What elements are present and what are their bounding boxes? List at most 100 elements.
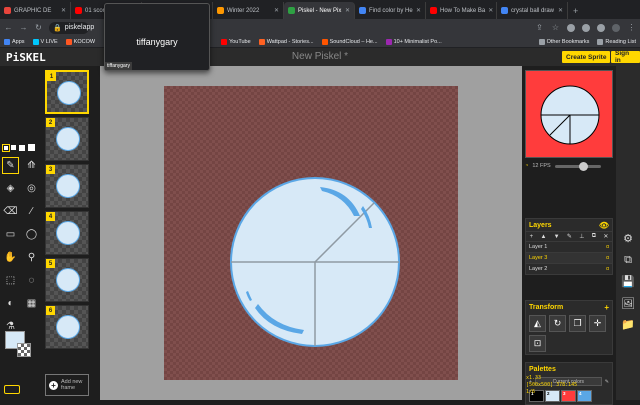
rectangle-selection-icon[interactable]: ⬚ <box>2 272 19 289</box>
close-icon[interactable]: ✕ <box>416 7 421 14</box>
close-icon[interactable]: ✕ <box>274 7 279 14</box>
back-icon[interactable]: ← <box>4 23 13 32</box>
fps-slider[interactable] <box>554 161 601 171</box>
bookmark-item[interactable]: V LIVE <box>32 38 58 45</box>
sign-in-button[interactable]: Sign in <box>611 50 640 64</box>
mirror-pen-icon[interactable]: ⟰ <box>23 157 40 174</box>
transform-title: Transform <box>529 303 564 311</box>
stroke-icon[interactable]: ∕ <box>23 203 40 220</box>
new-tab-icon[interactable]: + <box>568 2 583 19</box>
clone-icon[interactable]: ❐ <box>569 315 586 332</box>
frame-thumbnail[interactable]: 5 <box>45 258 89 302</box>
gear-icon[interactable]: ⚙ <box>620 230 636 246</box>
extension-icon[interactable] <box>597 23 605 32</box>
eraser-icon[interactable]: ⌫ <box>2 203 19 220</box>
circle-icon[interactable]: ◯ <box>23 226 40 243</box>
close-icon[interactable]: ✕ <box>345 7 350 14</box>
add-frame-button[interactable]: + Add new frame <box>45 374 89 396</box>
bookmark-item[interactable]: 10+ Minimalist Po... <box>385 38 442 45</box>
close-icon[interactable]: ✕ <box>488 7 493 14</box>
edit-palette-icon[interactable]: ✎ <box>605 379 609 385</box>
keyboard-shortcuts-icon[interactable] <box>4 385 20 394</box>
bookmark-item[interactable]: SoundCloud – He... <box>321 38 378 45</box>
share-icon[interactable]: ⇪ <box>535 23 544 32</box>
onion-skin-icon[interactable]: ◔ <box>525 163 528 169</box>
frame-thumbnail[interactable]: 4 <box>45 211 89 255</box>
duplicate-layer-icon[interactable]: ⧉ <box>592 233 596 240</box>
menu-icon[interactable]: ⋮ <box>627 23 636 32</box>
frames-list: + Add new frame 1 2 3 4 5 6 <box>44 66 90 400</box>
layer-opacity[interactable]: α <box>606 244 609 250</box>
delete-layer-icon[interactable]: ✕ <box>603 233 608 240</box>
add-layer-icon[interactable]: + <box>530 234 534 240</box>
fps-slider-knob[interactable] <box>578 161 588 171</box>
close-icon[interactable]: ✕ <box>558 7 563 14</box>
lock-icon: 🔒 <box>53 24 62 32</box>
lighten-icon[interactable]: ◐ <box>2 295 19 312</box>
palette-swatch[interactable]: 4 <box>577 390 592 402</box>
frame-thumbnail[interactable]: 1 <box>45 70 89 114</box>
lasso-selection-icon[interactable]: ◌ <box>23 272 40 289</box>
color-swap-bucket-icon[interactable]: ◎ <box>23 180 40 197</box>
create-sprite-button[interactable]: Create Sprite <box>562 51 611 63</box>
move-hand-icon[interactable]: ✋ <box>2 249 19 266</box>
browser-tab[interactable]: crystal ball draw ✕ <box>497 2 568 19</box>
profile-avatar[interactable] <box>612 23 620 32</box>
tab-favicon-icon <box>288 7 295 14</box>
dithering-icon[interactable]: ▦ <box>23 295 40 312</box>
layer-item[interactable]: Layer 2 α <box>526 263 612 274</box>
frame-thumbnail[interactable]: 2 <box>45 117 89 161</box>
url-field[interactable]: 🔒 piskelapp <box>49 21 94 34</box>
move-layer-down-icon[interactable]: ▼ <box>554 234 560 240</box>
star-icon[interactable]: ☆ <box>551 23 560 32</box>
resize-icon[interactable]: ⧉ <box>620 252 636 268</box>
frame-thumbnail[interactable]: 3 <box>45 164 89 208</box>
eye-icon[interactable]: 👁 <box>599 221 609 230</box>
layer-opacity[interactable]: α <box>606 266 609 272</box>
open-folder-icon[interactable]: 📁 <box>620 316 636 332</box>
extension-icon[interactable] <box>582 23 590 32</box>
bookmark-item[interactable]: Wattpad - Stories... <box>258 38 314 45</box>
forward-icon[interactable]: → <box>19 23 28 32</box>
flip-icon[interactable]: ◭ <box>529 315 546 332</box>
extension-icon[interactable] <box>567 23 575 32</box>
browser-tab[interactable]: How To Make Ba ✕ <box>426 2 497 19</box>
bookmark-item[interactable]: YouTube <box>221 38 251 45</box>
save-icon[interactable]: 💾 <box>620 273 636 289</box>
pen-size-4[interactable] <box>28 144 35 151</box>
bookmark-item[interactable]: KOCOW <box>65 38 95 45</box>
browser-tab[interactable]: GRAPHIC DE ✕ <box>0 2 71 19</box>
browser-tab[interactable]: Find color by He ✕ <box>355 2 426 19</box>
reload-icon[interactable]: ↻ <box>34 23 43 32</box>
drawing-viewport[interactable] <box>100 66 522 400</box>
bookmark-item[interactable]: Other Bookmarks <box>538 38 589 45</box>
pen-size-3[interactable] <box>19 144 25 151</box>
layer-item[interactable]: Layer 1 α <box>526 241 612 252</box>
move-layer-up-icon[interactable]: ▲ <box>540 234 546 240</box>
rectangle-icon[interactable]: ▭ <box>2 226 19 243</box>
file-title[interactable]: New Piskel * <box>0 51 640 62</box>
drawing-canvas[interactable] <box>164 86 458 380</box>
layer-opacity[interactable]: α <box>606 255 609 261</box>
browser-tab[interactable]: Piskel - New Pix ✕ <box>284 2 355 19</box>
export-image-icon[interactable]: 🖼 <box>620 295 636 311</box>
pen-size-1[interactable] <box>2 143 10 152</box>
bookmark-item[interactable]: Apps <box>4 38 25 45</box>
shape-selection-icon[interactable]: ⚲ <box>23 249 40 266</box>
plus-icon[interactable]: + <box>604 303 609 312</box>
animation-preview[interactable] <box>525 70 613 158</box>
close-icon[interactable]: ✕ <box>61 7 66 14</box>
center-icon[interactable]: ✛ <box>589 315 606 332</box>
pen-tool-icon[interactable]: ✎ <box>2 157 19 174</box>
secondary-color-swatch[interactable] <box>17 343 31 357</box>
pen-size-2[interactable] <box>11 145 16 150</box>
merge-layer-icon[interactable]: ⊥ <box>579 233 584 240</box>
browser-tab[interactable]: Winter 2022 ✕ <box>213 2 284 19</box>
rotate-icon[interactable]: ↻ <box>549 315 566 332</box>
layer-item[interactable]: Layer 3 α <box>526 252 612 263</box>
edit-layer-icon[interactable]: ✎ <box>567 233 572 240</box>
frame-thumbnail[interactable]: 6 <box>45 305 89 349</box>
crop-icon[interactable]: ⊡ <box>529 335 546 352</box>
paint-bucket-icon[interactable]: ◈ <box>2 180 19 197</box>
bookmark-item[interactable]: Reading List <box>597 38 636 45</box>
